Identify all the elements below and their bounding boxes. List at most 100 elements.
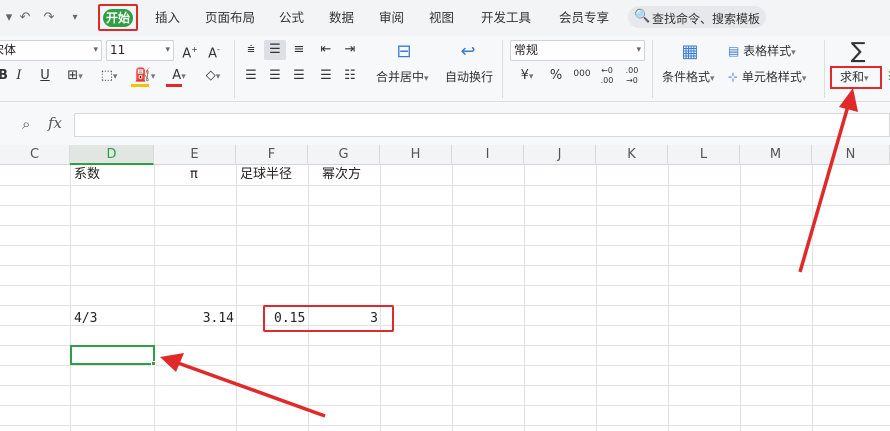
more-icon[interactable]: ⋮ [884,66,890,86]
underline-icon[interactable]: U [36,66,54,86]
chevron-down-icon: ▾ [93,45,98,55]
column-h-header[interactable]: H [380,145,452,165]
formula-input[interactable] [74,113,890,137]
column-k-header[interactable]: K [596,145,668,165]
thousands-separator-icon[interactable]: 000 [570,66,594,86]
column-e-header[interactable]: E [154,145,236,165]
redo-icon[interactable]: ↷ [40,9,58,27]
cell-d-value[interactable]: 4/3 [74,309,97,329]
undo-icon[interactable]: ↶ [16,9,34,27]
fill-handle[interactable] [151,361,156,366]
column-j-header[interactable]: J [524,145,596,165]
wrap-text-button[interactable]: 自动换行 [445,69,493,85]
italic-icon[interactable]: I [12,66,26,86]
chevron-down-icon: ▾ [165,45,170,55]
menu-bar: ▾ ↶ ↷ ▾ 开始 插入 页面布局 公式 数据 审阅 视图 开发工具 会员专享… [0,0,890,36]
selected-cell[interactable] [70,345,155,365]
align-top-icon[interactable]: ⩧ [242,40,260,60]
formula-bar: ⌕ fx [0,103,890,145]
borders-icon[interactable]: ⊞▾ [60,66,90,86]
sigma-icon[interactable]: ∑ [846,39,870,64]
tab-developer[interactable]: 开发工具 [481,10,531,26]
align-middle-icon[interactable]: ☰ [264,40,286,60]
cell-f-header[interactable]: 足球半径 [240,165,292,185]
font-size-select[interactable]: 11 ▾ [106,40,174,61]
conditional-format-icon[interactable]: ▦ [676,42,704,62]
spreadsheet-grid[interactable]: 系数 π 足球半径 幂次方 4/3 3.14 0.15 3 [0,165,890,431]
tab-data[interactable]: 数据 [329,10,354,26]
wrap-text-icon[interactable]: ↩ [454,42,482,62]
tab-member[interactable]: 会员专享 [559,10,609,26]
number-format-value: 常规 [514,43,539,57]
currency-icon[interactable]: ¥▾ [512,66,542,86]
group-divider [652,40,653,98]
bold-icon[interactable]: B [0,66,8,86]
fill-color-icon[interactable]: ⛽▾ [128,66,162,86]
column-l-header[interactable]: L [668,145,740,165]
cell-style-button[interactable]: ⊹ 单元格样式▾ [728,69,806,87]
justify-icon[interactable]: ☰ [316,66,336,86]
cell-d-header[interactable]: 系数 [74,165,100,185]
indent-increase-icon[interactable]: ⇥ [340,40,360,60]
align-bottom-icon[interactable]: ≡ [290,40,308,60]
currency-symbol: ¥ [520,68,529,83]
font-color-icon[interactable]: A▾ [164,66,194,86]
zoom-icon[interactable]: ⌕ [22,115,30,133]
font-name-select[interactable]: 宋体 ▾ [0,40,102,61]
tab-start[interactable]: 开始 [103,9,133,27]
distribute-icon[interactable]: ☷ [340,66,360,86]
column-i-header[interactable]: I [452,145,524,165]
grid-line [0,205,890,206]
fill-color-swatch [131,84,149,87]
decrease-font-icon[interactable]: A- [204,40,224,61]
tab-view[interactable]: 视图 [429,10,454,26]
group-divider [502,40,503,98]
clear-format-icon[interactable]: ◇▾ [198,66,228,86]
merge-center-icon[interactable]: ⊟ [390,42,418,62]
grid-line [0,325,890,326]
search-icon: 🔍 [634,9,651,24]
cell-g-header[interactable]: 幂次方 [322,165,361,185]
search-input[interactable]: 查找命令、搜索模板 [652,10,760,27]
grid-line [0,305,890,306]
grid-line [0,285,890,286]
column-d-header[interactable]: D [70,145,154,165]
font-size-value: 11 [110,43,126,57]
number-format-select[interactable]: 常规 ▾ [510,40,645,61]
cell-style-icon: ⊹ [728,70,742,84]
column-header: C D E F G H I J K L M N [0,145,890,165]
align-left-icon[interactable]: ☰ [242,66,260,86]
ribbon-toolbar: 宋体 ▾ 11 ▾ A+ A- B I U ⊞▾ ⬚▾ ⛽▾ A▾ ◇▾ ⩧ ☰… [0,36,890,102]
tab-review[interactable]: 审阅 [379,10,404,26]
cell-e-value[interactable]: 3.14 [154,309,234,329]
column-n-header[interactable]: N [812,145,890,165]
tab-insert[interactable]: 插入 [155,10,180,26]
column-c-header[interactable]: C [0,145,70,165]
align-center-icon[interactable]: ☰ [266,66,284,86]
decrease-decimal-icon[interactable]: .00 →0 [622,66,642,86]
align-right-icon[interactable]: ☰ [290,66,308,86]
table-style-button[interactable]: ▤ 表格样式▾ [728,43,796,61]
column-f-header[interactable]: F [236,145,308,165]
conditional-format-button[interactable]: 条件格式▾ [662,69,715,87]
grid-line [0,365,890,366]
grid-line [0,405,890,406]
command-search[interactable]: 🔍 查找命令、搜索模板 [628,6,766,28]
tab-page-layout[interactable]: 页面布局 [205,10,255,26]
increase-decimal-icon[interactable]: ←0 .00 [596,66,618,86]
indent-decrease-icon[interactable]: ⇤ [316,40,336,60]
column-m-header[interactable]: M [740,145,812,165]
grid-line [0,265,890,266]
tab-formulas[interactable]: 公式 [279,10,304,26]
fill-pattern-icon[interactable]: ⬚▾ [94,66,124,86]
column-g-header[interactable]: G [308,145,380,165]
merge-center-button[interactable]: 合并居中▾ [376,69,429,87]
fx-icon[interactable]: fx [48,114,62,132]
grid-line [0,225,890,226]
grid-line [0,185,890,186]
percent-icon[interactable]: % [546,66,566,86]
cell-e-header[interactable]: π [190,165,198,185]
increase-font-icon[interactable]: A+ [180,40,200,61]
font-name-value: 宋体 [0,43,17,57]
quick-access-more-icon[interactable]: ▾ [66,9,84,27]
